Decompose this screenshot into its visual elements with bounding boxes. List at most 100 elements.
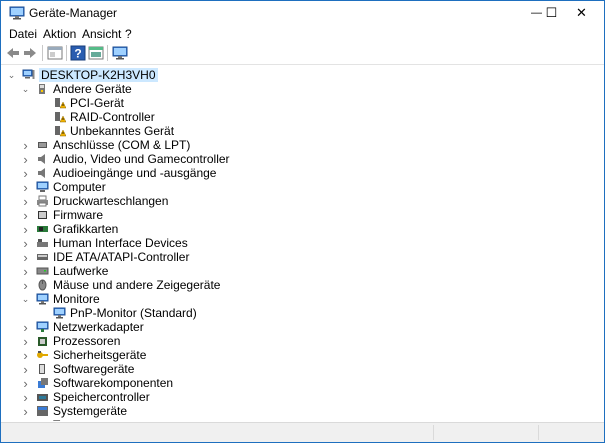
status-bar [1, 422, 604, 442]
tree-item[interactable]: › IDE ATA/ATAPI-Controller [21, 250, 190, 265]
tree-item[interactable]: PnP-Monitor (Standard) [38, 306, 197, 320]
tree-item[interactable]: › Grafikkarten [21, 222, 118, 237]
toolbar-separator [42, 45, 43, 61]
forward-arrow-icon[interactable] [22, 45, 38, 61]
toolbar-separator [66, 45, 67, 61]
display-adapter-icon [37, 226, 48, 232]
tree-item[interactable]: › Netzwerkadapter [21, 320, 144, 335]
tree-item-label: Systemgeräte [53, 404, 128, 418]
chevron-down-icon[interactable]: ⌄ [7, 68, 16, 82]
tree-item[interactable]: Unbekanntes Gerät [38, 124, 174, 138]
tree-item[interactable]: › Druckwarteschlangen [21, 194, 169, 209]
chevron-right-icon[interactable]: › [21, 404, 30, 419]
network-adapter-icon [36, 321, 49, 332]
chevron-right-icon[interactable]: › [21, 180, 30, 195]
disk-drive-icon [36, 267, 49, 275]
close-button[interactable]: ✕ [559, 1, 604, 25]
chevron-right-icon[interactable]: › [21, 278, 30, 293]
processor-icon [38, 337, 47, 346]
tree-item-label: Audioeingänge und -ausgänge [53, 166, 217, 180]
tree-item[interactable]: PCI-Gerät [38, 96, 124, 110]
other-devices-icon [39, 84, 45, 94]
tree-item[interactable]: ⌄ Andere Geräte [21, 82, 132, 96]
tree-item[interactable]: › Speichercontroller [21, 390, 150, 405]
tree-item[interactable]: › Firmware [21, 208, 103, 223]
menu-ansicht[interactable]: Ansicht [82, 27, 121, 41]
device-tree[interactable]: ⌄ DESKTOP-K2H3VH0 ⌄ Andere Geräte PCI-Gerä… [1, 65, 604, 421]
tree-item-label: Computer [53, 180, 106, 194]
tree-item[interactable]: › Audioeingänge und -ausgänge [21, 166, 217, 181]
hid-icon [37, 239, 48, 247]
tree-item[interactable]: › Mäuse und andere Zeigegeräte [21, 278, 220, 293]
tree-item[interactable]: › Anschlüsse (COM & LPT) [21, 138, 190, 153]
tree-item-label: Unbekanntes Gerät [70, 124, 175, 138]
help-icon[interactable]: ? [70, 45, 86, 61]
title-bar[interactable]: Geräte-Manager — ☐ ✕ [1, 1, 604, 25]
speaker-icon [38, 168, 45, 178]
tree-item[interactable]: › Systemgeräte [21, 404, 128, 419]
chevron-right-icon[interactable]: › [21, 264, 30, 279]
computer-root-icon [22, 69, 35, 79]
ide-icon [37, 254, 48, 260]
chevron-down-icon[interactable]: ⌄ [21, 82, 30, 96]
tree-item-label: Softwarekomponenten [53, 376, 174, 390]
device-manager-window: Geräte-Manager — ☐ ✕ Datei Aktion Ansich… [0, 0, 605, 443]
menu-datei[interactable]: Datei [9, 27, 37, 41]
tree-item[interactable]: › Softwarekomponenten [21, 376, 174, 391]
monitor-icon [36, 293, 49, 305]
software-device-icon [39, 364, 45, 374]
warning-device-icon [55, 98, 66, 109]
properties-icon[interactable] [47, 45, 63, 61]
tree-item-label: Laufwerke [53, 264, 109, 278]
warning-device-icon [55, 126, 66, 137]
close-icon: ✕ [576, 5, 587, 20]
tree-item[interactable]: › Human Interface Devices [21, 236, 187, 251]
tree-item-label: PCI-Gerät [70, 96, 125, 110]
tree-item-label: IDE ATA/ATAPI-Controller [53, 250, 190, 264]
chevron-right-icon[interactable]: › [21, 390, 30, 405]
chevron-right-icon[interactable]: › [21, 152, 30, 167]
port-icon [38, 142, 47, 148]
back-arrow-icon[interactable] [5, 45, 21, 61]
chevron-right-icon[interactable]: › [21, 348, 30, 363]
root-label: DESKTOP-K2H3VH0 [39, 68, 158, 82]
chevron-right-icon[interactable]: › [21, 376, 30, 391]
status-bar-pane [433, 425, 434, 440]
view-icon[interactable] [88, 45, 104, 61]
mouse-icon [38, 279, 47, 291]
tree-item-label: RAID-Controller [70, 110, 155, 124]
tree-item[interactable]: › Sicherheitsgeräte [21, 348, 146, 363]
tree-item[interactable]: › Audio, Video und Gamecontroller [21, 152, 229, 167]
tree-item[interactable]: › Computer [21, 180, 106, 195]
tree-item[interactable]: RAID-Controller [38, 110, 155, 124]
chevron-right-icon[interactable]: › [21, 194, 30, 209]
chevron-right-icon[interactable]: › [21, 208, 30, 223]
toolbar: ? [1, 42, 604, 65]
software-component-icon [38, 378, 48, 388]
chevron-right-icon[interactable]: › [21, 362, 30, 377]
tree-root[interactable]: ⌄ DESKTOP-K2H3VH0 [7, 68, 158, 82]
tree-item[interactable]: › Prozessoren [21, 334, 120, 349]
chevron-right-icon[interactable]: › [21, 236, 30, 251]
maximize-icon: ☐ [545, 5, 558, 20]
chevron-right-icon[interactable]: › [21, 138, 30, 153]
tree-item-label: Softwaregeräte [53, 362, 135, 376]
tree-item-label: Druckwarteschlangen [53, 194, 169, 208]
menu-help[interactable]: ? [125, 27, 132, 41]
menu-aktion[interactable]: Aktion [43, 27, 76, 41]
monitor-icon [53, 307, 66, 319]
svg-text:?: ? [74, 47, 81, 61]
warning-device-icon [55, 112, 66, 123]
tree-item-label: Speichercontroller [53, 390, 150, 404]
tree-item-label: Netzwerkadapter [53, 320, 144, 334]
tree-item[interactable]: › Softwaregeräte [21, 362, 135, 377]
chevron-right-icon[interactable]: › [21, 334, 30, 349]
tree-item[interactable]: ⌄ Monitore [21, 292, 100, 306]
monitor-scan-icon[interactable] [112, 45, 128, 61]
chevron-right-icon[interactable]: › [21, 222, 30, 237]
tree-item[interactable]: › Laufwerke [21, 264, 109, 279]
chevron-right-icon[interactable]: › [21, 320, 30, 335]
chevron-down-icon[interactable]: ⌄ [21, 292, 30, 306]
chevron-right-icon[interactable]: › [21, 166, 30, 181]
chevron-right-icon[interactable]: › [21, 250, 30, 265]
